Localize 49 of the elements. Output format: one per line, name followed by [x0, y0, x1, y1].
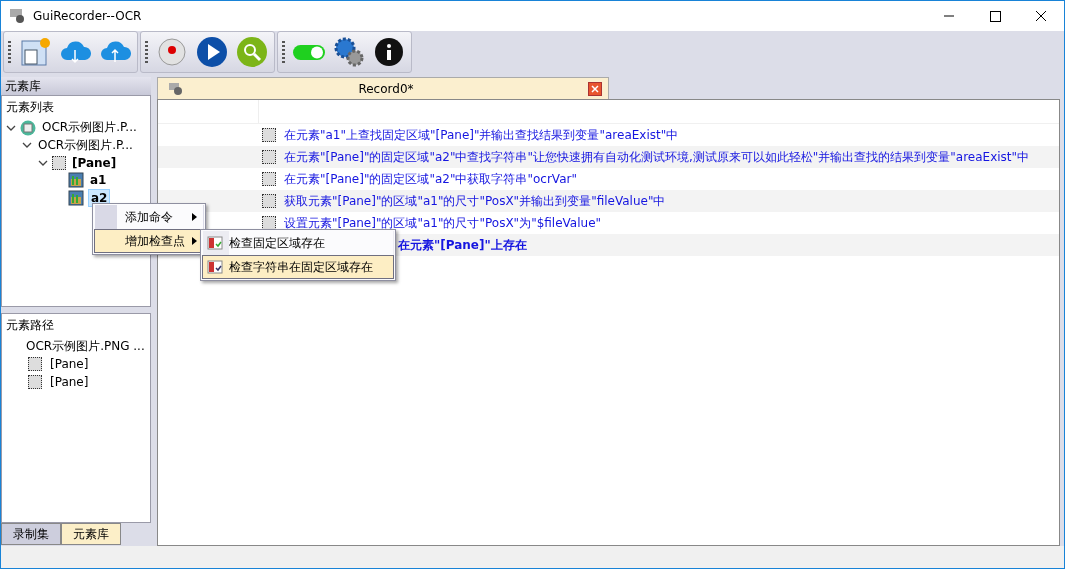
checkpoint-icon — [207, 236, 223, 250]
pane-icon — [52, 155, 66, 170]
image-icon — [68, 189, 84, 206]
tree-item[interactable]: a1 — [88, 172, 109, 189]
tree-item[interactable]: OCR示例图片.P... — [40, 118, 139, 138]
command-text[interactable]: 在元素"a1"上查找固定区域"[Pane]"并输出查找结果到变量"areaExist"中 — [284, 126, 679, 144]
command-checkbox[interactable] — [262, 216, 276, 230]
command-checkbox[interactable] — [262, 172, 276, 186]
tree-item[interactable]: OCR示例图片.P... — [36, 135, 135, 155]
record-icon[interactable] — [156, 36, 188, 68]
submenu-arrow-icon — [192, 213, 197, 221]
menu-item[interactable]: 添加命令 — [94, 205, 204, 229]
panel-tab[interactable]: 录制集 — [1, 523, 61, 545]
pane-icon — [28, 357, 42, 371]
expand-chevron-icon[interactable] — [22, 142, 32, 149]
section-title: 元素路径 — [6, 317, 55, 334]
tree-item[interactable]: [Pane] — [70, 154, 119, 171]
menu-item[interactable]: 检查字符串在固定区域存在 — [202, 255, 394, 279]
command-checkbox[interactable] — [262, 128, 276, 142]
tab-logo-icon — [168, 81, 184, 96]
image-icon — [68, 172, 84, 189]
window-title: GuiRecorder--OCR — [33, 9, 143, 23]
path-item[interactable]: [Pane] — [50, 375, 89, 389]
command-checkbox[interactable] — [262, 194, 276, 208]
settings-icon[interactable] — [333, 36, 365, 68]
command-text[interactable]: 在元素"[Pane]"的固定区域"a2"中获取字符串"ocrVar" — [284, 170, 577, 188]
document-tab[interactable]: Record0* — [157, 77, 609, 99]
document-tab-title: Record0* — [357, 81, 415, 96]
expand-chevron-icon[interactable] — [6, 124, 16, 131]
info-icon[interactable] — [373, 36, 405, 68]
pane-icon — [28, 375, 42, 389]
path-item[interactable]: [Pane] — [50, 357, 89, 371]
close-tab-icon[interactable] — [588, 81, 602, 96]
command-text[interactable]: 在元素"[Pane]"上存在 — [398, 236, 527, 254]
app-logo-icon — [9, 8, 27, 24]
path-item[interactable]: OCR示例图片.PNG ... — [26, 337, 145, 355]
checkpoint-icon — [207, 260, 223, 274]
play-icon[interactable] — [196, 36, 228, 68]
app-icon — [20, 119, 36, 136]
new-file-icon[interactable] — [19, 36, 51, 68]
menu-item[interactable]: 检查固定区域存在 — [202, 231, 394, 255]
panel-title: 元素库 — [1, 77, 151, 95]
expand-chevron-icon[interactable] — [38, 159, 48, 166]
tree-item[interactable]: a2 — [88, 188, 111, 207]
section-title: 元素列表 — [6, 99, 55, 116]
command-checkbox[interactable] — [262, 150, 276, 164]
submenu-arrow-icon — [192, 237, 197, 245]
panel-tab[interactable]: 元素库 — [61, 523, 121, 545]
command-text[interactable]: 设置元素"[Pane]"的区域"a1"的尺寸"PosX"为"$fileValue" — [284, 214, 602, 232]
